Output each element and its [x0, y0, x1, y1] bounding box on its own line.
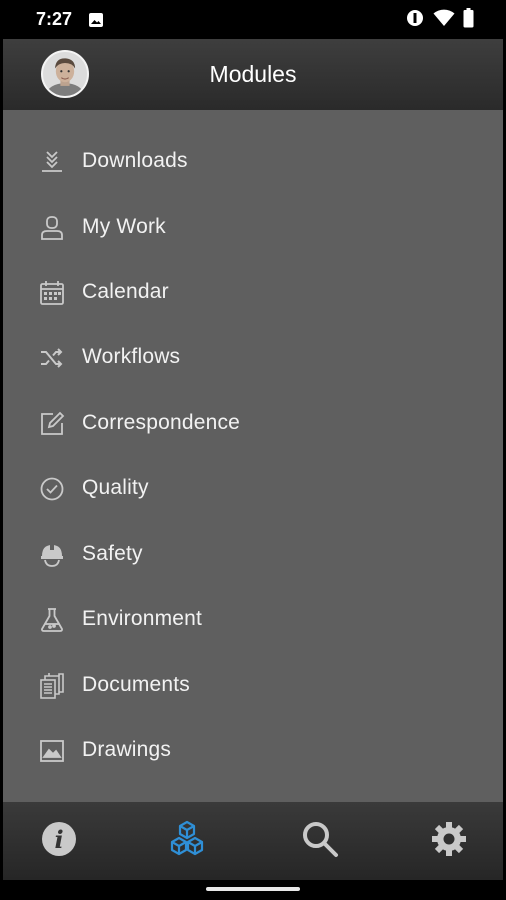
- documents-icon: [39, 672, 65, 699]
- check-circle-icon: [39, 476, 65, 502]
- system-navigation-bar: [0, 880, 506, 900]
- menu-item-workflows[interactable]: Workflows: [3, 328, 503, 386]
- menu-item-my-work[interactable]: My Work: [3, 198, 503, 256]
- menu-item-documents[interactable]: Documents: [3, 656, 503, 714]
- menu-item-label: Correspondence: [82, 411, 241, 434]
- menu-item-label: Downloads: [82, 149, 188, 172]
- menu-item-downloads[interactable]: Downloads: [3, 132, 503, 190]
- modules-menu: Downloads My Work Calendar Workflows Cor…: [3, 110, 503, 802]
- app-header: Modules: [3, 39, 503, 110]
- menu-item-label: Drawings: [82, 738, 172, 761]
- info-button[interactable]: i: [36, 818, 82, 864]
- modules-cubes-icon: [167, 819, 207, 864]
- menu-item-safety[interactable]: Safety: [3, 525, 503, 583]
- menu-item-label: Environment: [82, 607, 203, 630]
- battery-icon: [463, 7, 474, 33]
- menu-item-label: Workflows: [82, 345, 181, 368]
- person-icon: [39, 215, 65, 241]
- menu-item-environment[interactable]: Environment: [3, 590, 503, 648]
- calendar-icon: [39, 280, 65, 306]
- menu-item-quality[interactable]: Quality: [3, 459, 503, 517]
- menu-item-correspondence[interactable]: Correspondence: [3, 394, 503, 452]
- image-icon: [39, 738, 65, 764]
- menu-item-drawings[interactable]: Drawings: [3, 721, 503, 779]
- menu-item-label: Safety: [82, 542, 143, 565]
- svg-text:i: i: [54, 825, 63, 854]
- page-title: Modules: [209, 61, 297, 87]
- menu-item-label: My Work: [82, 215, 166, 238]
- menu-item-label: Documents: [82, 673, 191, 696]
- bottom-navigation: i: [3, 802, 503, 880]
- settings-gear-icon: [429, 819, 469, 864]
- info-icon: i: [39, 819, 79, 864]
- menu-item-label: Calendar: [82, 280, 169, 303]
- search-button[interactable]: [297, 818, 343, 864]
- modules-button[interactable]: [164, 818, 210, 864]
- status-bar: 7:27: [0, 0, 506, 39]
- home-indicator[interactable]: [206, 887, 300, 891]
- settings-button[interactable]: [426, 818, 472, 864]
- downloads-icon: [39, 149, 65, 175]
- wifi-icon: [433, 9, 455, 32]
- menu-item-label: Quality: [82, 476, 149, 499]
- image-notification-icon: [88, 12, 104, 28]
- search-icon: [300, 819, 340, 864]
- hard-hat-icon: [39, 542, 65, 568]
- status-time: 7:27: [36, 9, 73, 29]
- shuffle-icon: [39, 345, 65, 371]
- data-saver-icon: [405, 8, 425, 33]
- menu-item-calendar[interactable]: Calendar: [3, 263, 503, 321]
- edit-icon: [39, 411, 65, 437]
- flask-icon: [39, 607, 65, 633]
